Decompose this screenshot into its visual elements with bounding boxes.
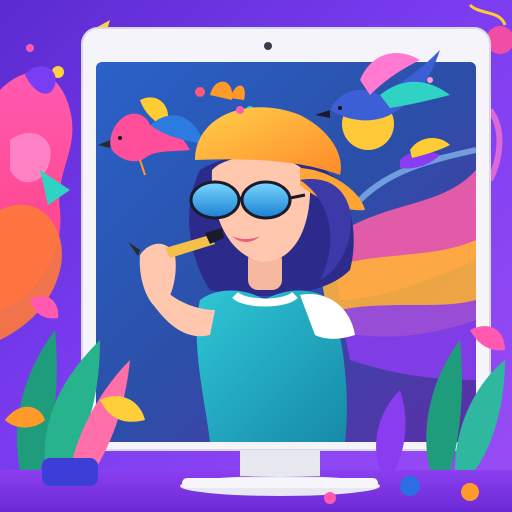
plant-pot bbox=[42, 458, 98, 486]
scene-svg bbox=[0, 3, 512, 512]
illustration-scene bbox=[0, 0, 512, 512]
webcam-dot bbox=[264, 42, 272, 50]
